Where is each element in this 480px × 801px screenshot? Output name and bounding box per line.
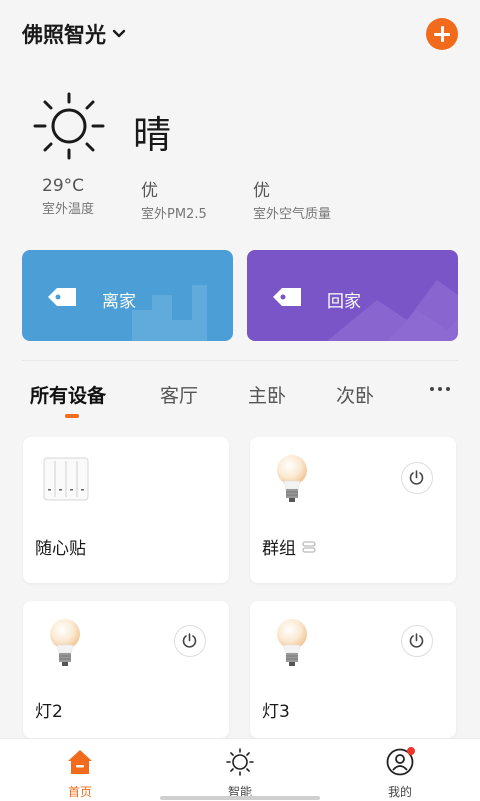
stat-temperature: 29°C 室外温度 (42, 176, 94, 217)
stat-value: 优 (253, 181, 270, 201)
power-icon (409, 633, 424, 648)
stat-label: 室外PM2.5 (141, 207, 207, 222)
tab-second-bedroom[interactable]: 次卧 (336, 381, 374, 408)
switch-panel-icon (43, 457, 89, 501)
chevron-down-icon (112, 29, 126, 38)
bulb-icon (50, 619, 80, 666)
scene-away-button[interactable]: 离家 (22, 250, 233, 341)
home-icon (68, 750, 92, 774)
stat-label: 室外温度 (42, 202, 95, 217)
power-button[interactable] (401, 625, 433, 657)
tab-indicator (65, 414, 79, 418)
nav-item-smart[interactable]: 智能 (200, 739, 280, 801)
tab-master-bedroom[interactable]: 主卧 (248, 381, 286, 408)
power-icon (409, 470, 424, 485)
device-card[interactable]: 随心贴 (23, 437, 229, 583)
nav-label: 我的 (387, 785, 412, 799)
device-name-text: 灯3 (262, 702, 290, 722)
device-name: 群组 (262, 534, 316, 559)
power-button[interactable] (174, 625, 206, 657)
stat-value: 优 (141, 181, 158, 201)
device-name-text: 群组 (262, 539, 296, 559)
tag-icon (273, 288, 301, 306)
nav-item-home[interactable]: 首页 (40, 739, 120, 801)
scene-home-button[interactable]: 回家 (247, 250, 458, 341)
bulb-icon (277, 619, 307, 666)
device-name-text: 随心贴 (35, 539, 86, 559)
home-name: 佛照智光 (22, 23, 106, 47)
device-name: 随心贴 (35, 534, 86, 559)
add-device-button[interactable] (426, 18, 458, 50)
power-button[interactable] (401, 462, 433, 494)
tab-living-room[interactable]: 客厅 (160, 381, 198, 408)
power-icon (182, 633, 197, 648)
stat-value: 29°C (42, 176, 85, 196)
device-name: 灯3 (262, 697, 290, 722)
stat-air-quality: 优 室外空气质量 (253, 176, 331, 222)
device-card[interactable]: 灯2 (23, 601, 229, 738)
nav-item-profile[interactable]: 我的 (360, 739, 440, 801)
user-icon (386, 747, 415, 776)
nav-label: 首页 (67, 785, 92, 799)
header: 佛照智光 (0, 0, 480, 70)
device-card[interactable]: 灯3 (250, 601, 456, 738)
sun-icon (226, 748, 254, 776)
stat-label: 室外空气质量 (253, 207, 332, 222)
home-selector[interactable]: 佛照智光 (22, 19, 126, 49)
more-tabs-button[interactable] (430, 387, 450, 391)
sun-icon (33, 92, 105, 160)
scene-label: 回家 (327, 292, 361, 312)
bulb-icon (277, 455, 307, 502)
weather-condition: 晴 (133, 113, 172, 157)
tag-icon (48, 288, 76, 306)
tab-all-devices[interactable]: 所有设备 (30, 381, 106, 408)
device-name-text: 灯2 (35, 702, 63, 722)
stat-pm25: 优 室外PM2.5 (141, 176, 207, 222)
scene-label: 离家 (102, 292, 136, 312)
divider (22, 360, 458, 361)
device-card[interactable]: 群组 (250, 437, 456, 583)
device-name: 灯2 (35, 697, 63, 722)
home-indicator (160, 796, 320, 800)
group-link-icon (302, 540, 316, 553)
bottom-nav: 首页 智能 我的 (0, 738, 480, 801)
